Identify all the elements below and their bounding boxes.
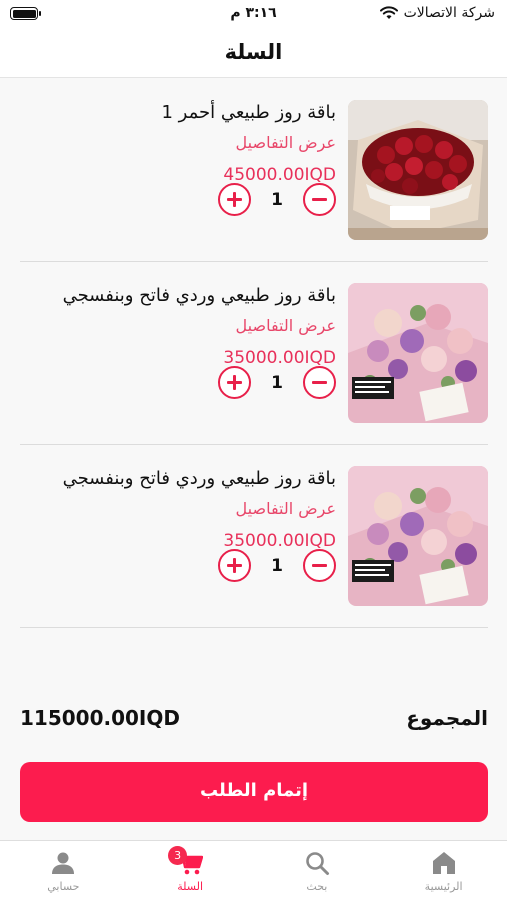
tab-account[interactable]: حسابي	[0, 841, 127, 900]
nav-header: السلة	[0, 30, 507, 78]
increase-quantity-button[interactable]	[218, 549, 251, 582]
product-image[interactable]	[348, 100, 488, 240]
tab-cart[interactable]: 3 السلة	[127, 841, 254, 900]
decrease-quantity-button[interactable]	[303, 366, 336, 399]
tab-label: الرئيسية	[424, 880, 463, 893]
total-amount: 115000.00IQD	[20, 706, 180, 730]
quantity-stepper: 1	[218, 183, 336, 216]
tab-label: بحث	[306, 880, 328, 893]
cart-item: باقة روز طبيعي وردي فاتح وبنفسجي عرض الت…	[20, 445, 488, 628]
quantity-value: 1	[271, 372, 283, 393]
checkout-button[interactable]: إتمام الطلب	[20, 762, 488, 822]
quantity-stepper: 1	[218, 366, 336, 399]
cart-list: باقة روز طبيعي أحمر 1 عرض التفاصيل 45000…	[20, 79, 488, 628]
carrier-info: شركة الاتصالات	[379, 5, 495, 21]
search-icon	[306, 852, 329, 875]
view-details-link[interactable]: عرض التفاصيل	[20, 130, 336, 156]
product-image[interactable]	[348, 283, 488, 423]
product-name: باقة روز طبيعي وردي فاتح وبنفسجي	[62, 468, 336, 489]
item-info: باقة روز طبيعي وردي فاتح وبنفسجي عرض الت…	[20, 466, 336, 554]
item-info: باقة روز طبيعي أحمر 1 عرض التفاصيل 45000…	[20, 100, 336, 188]
view-details-link[interactable]: عرض التفاصيل	[20, 313, 336, 339]
cart-item: باقة روز طبيعي أحمر 1 عرض التفاصيل 45000…	[20, 79, 488, 262]
quantity-stepper: 1	[218, 549, 336, 582]
quantity-value: 1	[271, 555, 283, 576]
item-info: باقة روز طبيعي وردي فاتح وبنفسجي عرض الت…	[20, 283, 336, 371]
decrease-quantity-button[interactable]	[303, 549, 336, 582]
product-name: باقة روز طبيعي أحمر 1	[161, 102, 336, 123]
tab-label: السلة	[177, 880, 203, 893]
decrease-quantity-button[interactable]	[303, 183, 336, 216]
bottom-tab-bar: حسابي 3 السلة بحث الرئيسية	[0, 840, 507, 900]
tab-search[interactable]: بحث	[254, 841, 381, 900]
cart-item: باقة روز طبيعي وردي فاتح وبنفسجي عرض الت…	[20, 262, 488, 445]
view-details-link[interactable]: عرض التفاصيل	[20, 496, 336, 522]
cart-count-badge: 3	[168, 846, 188, 865]
product-image[interactable]	[348, 466, 488, 606]
tab-label: حسابي	[47, 880, 80, 893]
increase-quantity-button[interactable]	[218, 183, 251, 216]
carrier-name: شركة الاتصالات	[403, 5, 495, 21]
home-icon	[432, 852, 455, 874]
status-bar: ٣:١٦ م شركة الاتصالات	[0, 0, 507, 30]
quantity-value: 1	[271, 189, 283, 210]
wifi-icon	[379, 6, 398, 19]
person-icon	[52, 852, 75, 874]
tab-home[interactable]: الرئيسية	[380, 841, 507, 900]
total-label: المجموع	[406, 706, 488, 730]
order-summary: المجموع 115000.00IQD	[20, 700, 488, 740]
product-name: باقة روز طبيعي وردي فاتح وبنفسجي	[62, 285, 336, 306]
increase-quantity-button[interactable]	[218, 366, 251, 399]
page-title: السلة	[224, 40, 283, 64]
